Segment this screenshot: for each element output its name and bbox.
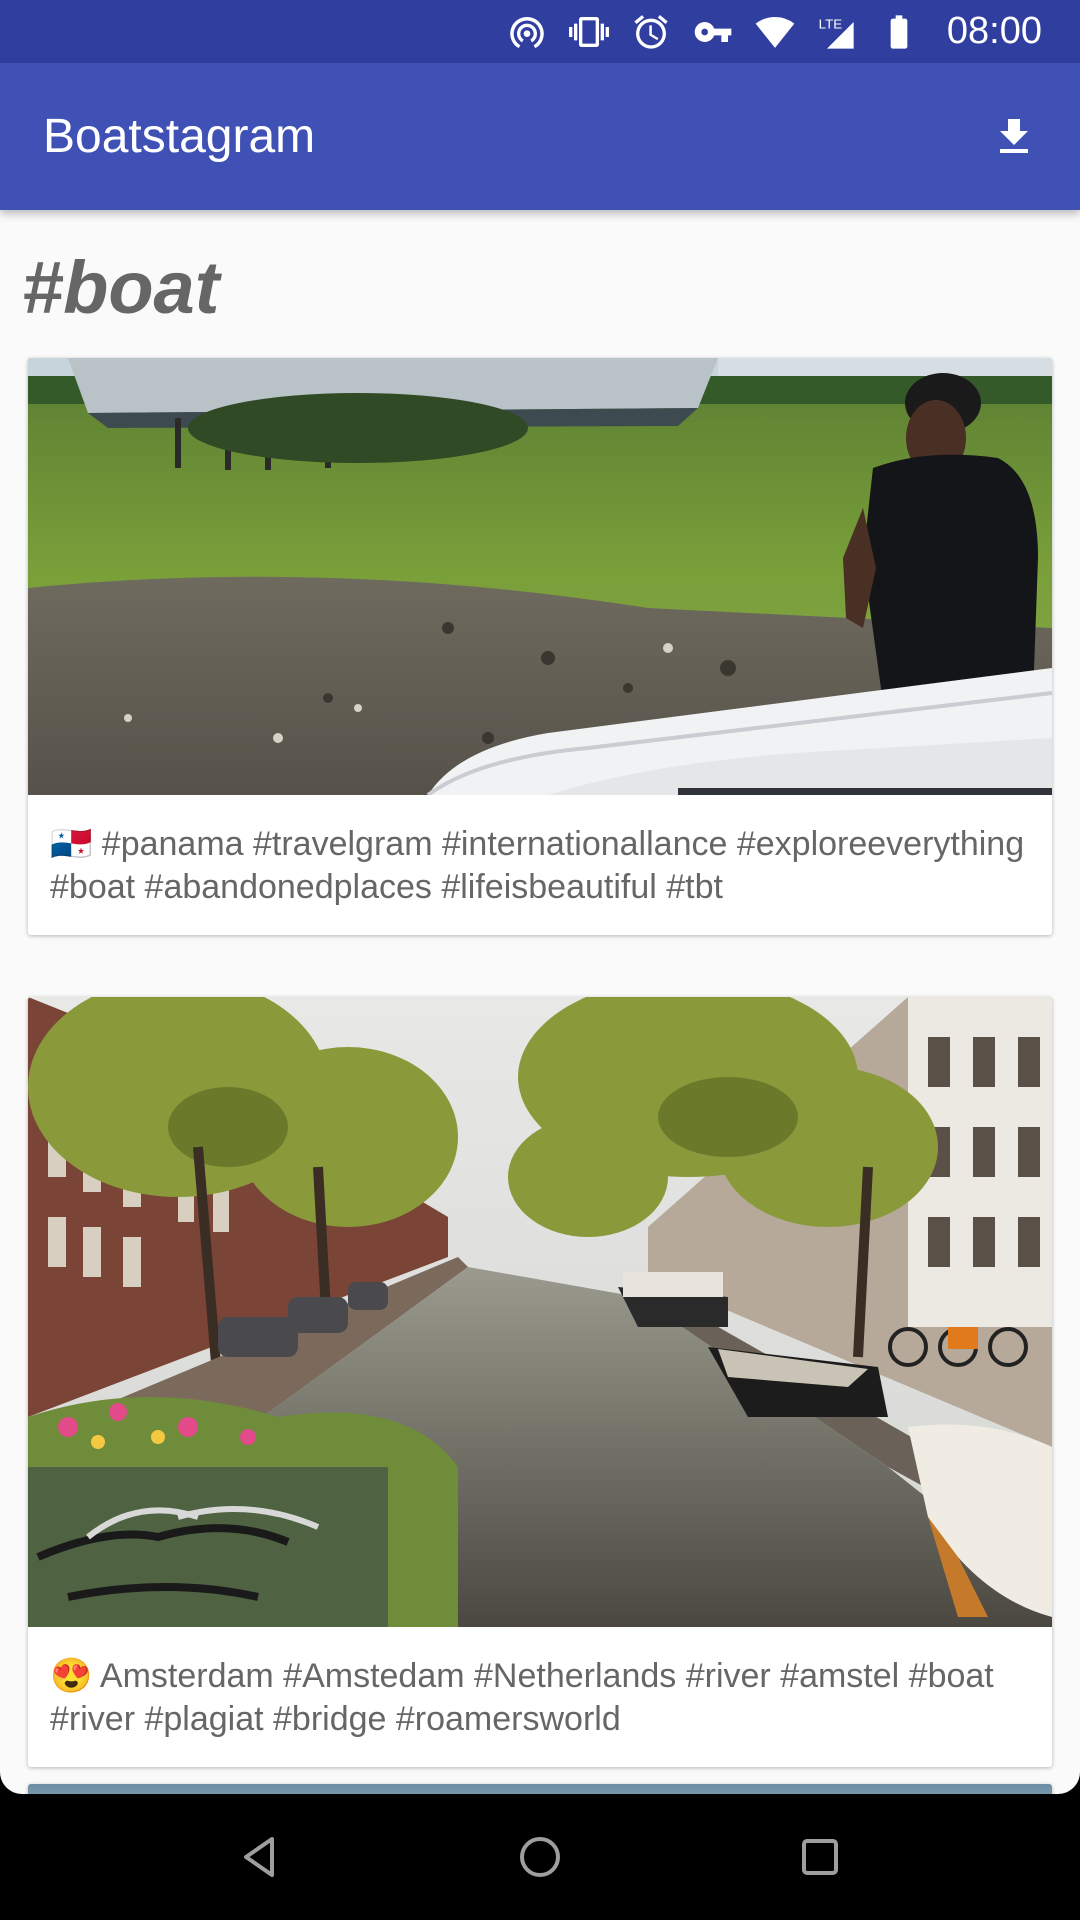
download-button[interactable] (986, 109, 1042, 165)
download-icon (1000, 118, 1028, 153)
back-button[interactable] (220, 1817, 300, 1897)
recents-icon (802, 1839, 838, 1875)
svg-text:LTE: LTE (819, 16, 843, 31)
battery-icon (879, 12, 919, 52)
back-icon (244, 1837, 274, 1877)
vibrate-icon (568, 12, 609, 52)
vpn-key-icon (693, 12, 733, 52)
status-bar: LTE 08:00 (0, 0, 1080, 63)
wifi-icon (755, 12, 795, 52)
hashtag-heading: #boat (22, 246, 220, 329)
navigation-bar (0, 1794, 1080, 1920)
home-button[interactable] (500, 1817, 580, 1897)
post-caption: 🇵🇦 #panama #travelgram #internationallan… (50, 825, 1025, 906)
post-image[interactable] (28, 358, 1052, 795)
app-bar: Boatstagram (0, 63, 1080, 210)
post-image[interactable] (28, 997, 1052, 1627)
feed[interactable]: #boat 🇵🇦 #panama #travelgram #internatio… (0, 210, 1080, 1794)
home-icon (520, 1837, 560, 1877)
post-image[interactable] (28, 1784, 1052, 1794)
post-card[interactable] (28, 1784, 1052, 1794)
alarm-icon (631, 12, 671, 52)
hotspot-icon (507, 12, 547, 52)
clock: 08:00 (946, 10, 1042, 52)
post-card[interactable]: 🇵🇦 #panama #travelgram #internationallan… (28, 358, 1052, 935)
lte-signal-icon: LTE (817, 12, 857, 52)
recents-button[interactable] (780, 1817, 860, 1897)
app-title: Boatstagram (43, 110, 316, 163)
post-caption: 😍 Amsterdam #Amstedam #Netherlands #rive… (50, 1657, 994, 1738)
post-card[interactable]: 😍 Amsterdam #Amstedam #Netherlands #rive… (28, 997, 1052, 1767)
